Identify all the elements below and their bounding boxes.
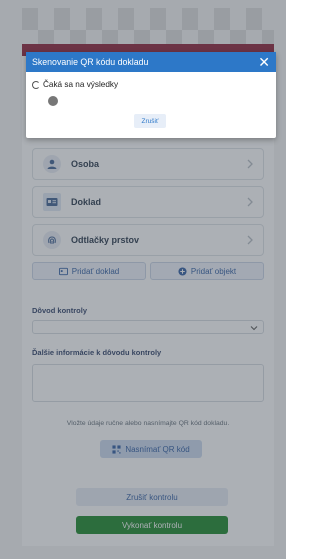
dialog-title: Skenovanie QR kódu dokladu xyxy=(32,57,149,67)
app-screen: Osoba Doklad Odtlačky prstov Pridať dokl… xyxy=(0,0,286,559)
dialog-header: Skenovanie QR kódu dokladu ✕ xyxy=(26,52,276,72)
touch-indicator xyxy=(48,96,58,106)
loading-status: Čaká sa na výsledky xyxy=(32,80,118,89)
spinner-icon xyxy=(32,80,40,89)
qr-scan-dialog: Skenovanie QR kódu dokladu ✕ Čaká sa na … xyxy=(26,52,276,138)
status-text: Čaká sa na výsledky xyxy=(43,80,119,89)
dialog-body: Čaká sa na výsledky Zrušiť xyxy=(26,72,276,138)
dialog-cancel-button[interactable]: Zrušiť xyxy=(134,114,166,128)
close-icon[interactable]: ✕ xyxy=(258,55,270,69)
